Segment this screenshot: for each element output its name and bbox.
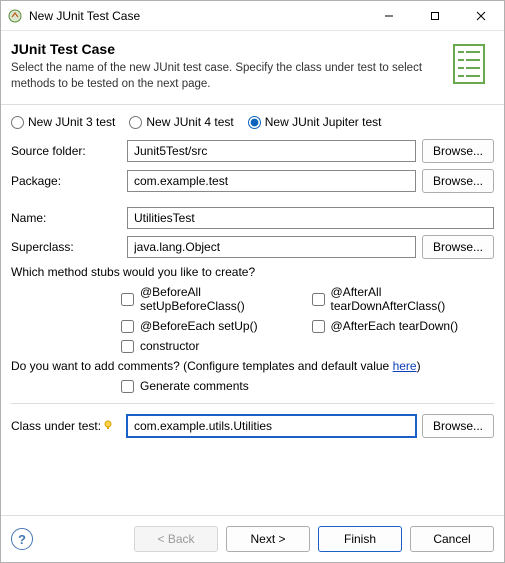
maximize-button[interactable] [412, 1, 458, 31]
radio-junit3-label: New JUnit 3 test [28, 115, 115, 129]
lightbulb-icon [103, 419, 113, 433]
stubs-question: Which method stubs would you like to cre… [11, 265, 494, 279]
app-icon [7, 8, 23, 24]
radio-junit3[interactable]: New JUnit 3 test [11, 115, 115, 129]
chk-after-all[interactable]: @AfterAll tearDownAfterClass() [312, 285, 494, 313]
label-class-under-test: Class under test: [11, 419, 121, 433]
radio-junit4-input[interactable] [129, 116, 142, 129]
radio-junit4[interactable]: New JUnit 4 test [129, 115, 233, 129]
comments-question: Do you want to add comments? (Configure … [11, 359, 494, 373]
radio-jupiter-label: New JUnit Jupiter test [265, 115, 382, 129]
class-under-test-input[interactable] [127, 415, 416, 437]
package-input[interactable] [127, 170, 416, 192]
banner-heading: JUnit Test Case [11, 41, 442, 57]
junit-version-group: New JUnit 3 test New JUnit 4 test New JU… [11, 115, 494, 129]
close-button[interactable] [458, 1, 504, 31]
source-folder-input[interactable] [127, 140, 416, 162]
browse-superclass-button[interactable]: Browse... [422, 235, 494, 259]
content: New JUnit 3 test New JUnit 4 test New JU… [1, 105, 504, 515]
label-package: Package: [11, 174, 121, 188]
label-superclass: Superclass: [11, 240, 121, 254]
browse-source-folder-button[interactable]: Browse... [422, 139, 494, 163]
label-source-folder: Source folder: [11, 144, 121, 158]
wizard-icon [448, 41, 494, 87]
window-title: New JUnit Test Case [29, 9, 140, 23]
radio-junit3-input[interactable] [11, 116, 24, 129]
back-button[interactable]: < Back [134, 526, 218, 552]
stubs-grid: @BeforeAll setUpBeforeClass() @AfterAll … [121, 285, 494, 353]
button-bar: ? < Back Next > Finish Cancel [1, 515, 504, 562]
banner-description: Select the name of the new JUnit test ca… [11, 61, 442, 92]
next-button[interactable]: Next > [226, 526, 310, 552]
banner: JUnit Test Case Select the name of the n… [1, 31, 504, 105]
superclass-input[interactable] [127, 236, 416, 258]
configure-templates-link[interactable]: here [393, 359, 417, 373]
browse-class-under-test-button[interactable]: Browse... [422, 414, 494, 438]
radio-jupiter-input[interactable] [248, 116, 261, 129]
chk-generate-comments[interactable]: Generate comments [121, 379, 494, 393]
minimize-button[interactable] [366, 1, 412, 31]
label-name: Name: [11, 211, 121, 225]
dialog-window: New JUnit Test Case JUnit Test Case Sele… [0, 0, 505, 563]
chk-constructor[interactable]: constructor [121, 339, 494, 353]
titlebar: New JUnit Test Case [1, 1, 504, 31]
help-button[interactable]: ? [11, 528, 33, 550]
chk-after-each[interactable]: @AfterEach tearDown() [312, 319, 494, 333]
cancel-button[interactable]: Cancel [410, 526, 494, 552]
radio-junit4-label: New JUnit 4 test [146, 115, 233, 129]
chk-before-all[interactable]: @BeforeAll setUpBeforeClass() [121, 285, 294, 313]
chk-before-each[interactable]: @BeforeEach setUp() [121, 319, 294, 333]
separator [11, 403, 494, 404]
name-input[interactable] [127, 207, 494, 229]
radio-jupiter[interactable]: New JUnit Jupiter test [248, 115, 382, 129]
browse-package-button[interactable]: Browse... [422, 169, 494, 193]
finish-button[interactable]: Finish [318, 526, 402, 552]
